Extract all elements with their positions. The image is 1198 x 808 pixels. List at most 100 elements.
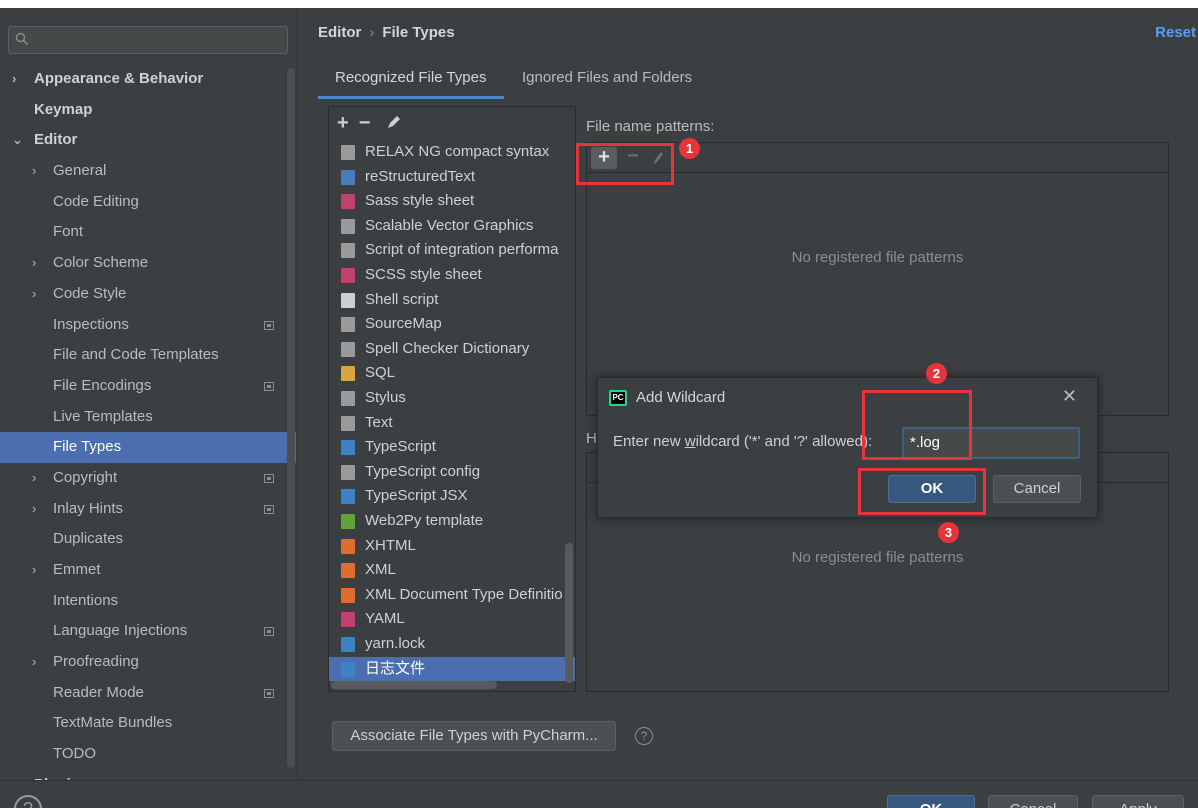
patterns-toolbar: + − xyxy=(587,143,1168,173)
chevron-right-icon[interactable]: › xyxy=(32,279,36,309)
sidebar-item[interactable]: Keymap xyxy=(0,95,296,126)
file-type-item[interactable]: SQL xyxy=(329,361,575,386)
sidebar-item[interactable]: Live Templates xyxy=(0,402,296,433)
sidebar-item[interactable]: Reader Mode xyxy=(0,678,296,709)
file-type-item[interactable]: Shell script xyxy=(329,288,575,313)
file-type-item[interactable]: Script of integration performa xyxy=(329,238,575,263)
file-type-icon xyxy=(341,194,355,210)
apply-button[interactable]: Apply xyxy=(1092,795,1184,808)
sidebar-item[interactable]: TODO xyxy=(0,739,296,770)
sidebar-item-label: General xyxy=(53,162,107,180)
sidebar-item[interactable]: Font xyxy=(0,217,296,248)
file-type-icon xyxy=(341,440,355,456)
file-type-item[interactable]: Spell Checker Dictionary xyxy=(329,337,575,362)
settings-search-input[interactable] xyxy=(8,26,288,54)
chevron-right-icon[interactable]: › xyxy=(32,647,36,677)
sidebar-item-label: Language Injections xyxy=(53,622,188,640)
chevron-right-icon[interactable]: › xyxy=(12,64,16,94)
sidebar-item[interactable]: › Inlay Hints xyxy=(0,494,296,525)
add-file-type-button[interactable]: + xyxy=(337,112,349,134)
wildcard-prompt: Enter new wildcard ('*' and '?' allowed)… xyxy=(613,433,872,450)
file-type-item[interactable]: Web2Py template xyxy=(329,509,575,534)
file-type-item[interactable]: XML Document Type Definitio xyxy=(329,583,575,608)
edit-file-type-icon[interactable] xyxy=(386,114,402,130)
sidebar-item-label: Duplicates xyxy=(53,530,124,548)
help-icon[interactable]: ? xyxy=(635,727,653,745)
associate-file-types-button[interactable]: Associate File Types with PyCharm... xyxy=(332,721,616,751)
sidebar-item[interactable]: Code Editing xyxy=(0,187,296,218)
tab-ignored-files-and-folders[interactable]: Ignored Files and Folders xyxy=(522,69,692,86)
sidebar-item[interactable]: File Encodings xyxy=(0,371,296,402)
tab-recognized-file-types[interactable]: Recognized File Types xyxy=(335,69,486,86)
sidebar-item[interactable]: TextMate Bundles xyxy=(0,708,296,739)
sidebar-item[interactable]: File and Code Templates xyxy=(0,340,296,371)
file-type-item[interactable]: Sass style sheet xyxy=(329,189,575,214)
sidebar-item-label: Inspections xyxy=(53,315,129,333)
sidebar-item[interactable]: Intentions xyxy=(0,586,296,617)
help-button[interactable]: ? xyxy=(14,795,42,808)
file-type-item[interactable]: XHTML xyxy=(329,534,575,559)
close-icon[interactable]: ✕ xyxy=(1062,386,1077,407)
file-type-item[interactable]: 日志文件 xyxy=(329,656,575,682)
annotation-marker-2: 2 xyxy=(926,363,947,384)
file-type-label: Scalable Vector Graphics xyxy=(365,216,534,234)
file-type-item[interactable]: XML xyxy=(329,558,575,583)
chevron-right-icon[interactable]: › xyxy=(32,156,36,186)
file-types-horizontal-scrollbar[interactable] xyxy=(331,681,497,689)
chevron-right-icon[interactable]: › xyxy=(32,555,36,585)
sidebar-item[interactable]: › General xyxy=(0,156,296,187)
settings-tree: › Appearance & Behavior Keymap ⌄ Editor › Gene… xyxy=(0,64,296,780)
sidebar-item-label: Proofreading xyxy=(53,653,139,671)
sidebar-item-label: File Encodings xyxy=(53,376,152,394)
chevron-right-icon[interactable]: › xyxy=(32,248,36,278)
sidebar-item-label: Intentions xyxy=(53,591,119,609)
sidebar-item[interactable]: › Copyright xyxy=(0,463,296,494)
reset-link[interactable]: Reset xyxy=(1155,24,1196,41)
ok-button[interactable]: OK xyxy=(887,795,975,808)
file-type-item[interactable]: Scalable Vector Graphics xyxy=(329,214,575,239)
sidebar-item[interactable]: Duplicates xyxy=(0,524,296,555)
file-type-item[interactable]: SourceMap xyxy=(329,312,575,337)
file-type-item[interactable]: RELAX NG compact syntax xyxy=(329,140,575,165)
sidebar-item[interactable]: Plugins xyxy=(0,770,296,780)
sidebar-item[interactable]: File Types xyxy=(0,432,296,463)
file-type-item[interactable]: Stylus xyxy=(329,386,575,411)
file-types-vertical-scrollbar[interactable] xyxy=(565,543,573,683)
file-type-item[interactable]: Text xyxy=(329,411,575,436)
sidebar-item[interactable]: › Code Style xyxy=(0,279,296,310)
sidebar-item[interactable]: Language Injections xyxy=(0,616,296,647)
file-type-icon xyxy=(341,341,355,357)
sidebar-item-label: Keymap xyxy=(34,100,93,118)
file-type-icon xyxy=(341,292,355,308)
dialog-cancel-button[interactable]: Cancel xyxy=(993,475,1081,503)
sidebar-item[interactable]: ⌄ Editor xyxy=(0,125,296,156)
settings-sidebar: › Appearance & Behavior Keymap ⌄ Editor › Gene… xyxy=(0,8,298,780)
file-type-item[interactable]: SCSS style sheet xyxy=(329,263,575,288)
file-type-item[interactable]: YAML xyxy=(329,607,575,632)
sidebar-item-label: Color Scheme xyxy=(53,254,149,272)
sidebar-item[interactable]: › Appearance & Behavior xyxy=(0,64,296,95)
file-type-label: Stylus xyxy=(365,389,406,406)
file-type-label: Spell Checker Dictionary xyxy=(365,339,530,357)
sidebar-item-label: Appearance & Behavior xyxy=(34,70,204,87)
file-type-label: XML xyxy=(365,561,396,579)
chevron-down-icon[interactable]: ⌄ xyxy=(12,125,23,155)
sidebar-item[interactable]: Inspections xyxy=(0,310,296,341)
file-type-label: Web2Py template xyxy=(365,512,484,529)
sidebar-item[interactable]: › Proofreading xyxy=(0,647,296,678)
file-type-item[interactable]: TypeScript JSX xyxy=(329,484,575,509)
file-type-item[interactable]: reStructuredText xyxy=(329,165,575,190)
chevron-right-icon[interactable]: › xyxy=(32,494,36,524)
cancel-button[interactable]: Cancel xyxy=(988,795,1078,808)
file-type-item[interactable]: TypeScript config xyxy=(329,460,575,485)
sidebar-item[interactable]: › Color Scheme xyxy=(0,248,296,279)
file-types-list: + − RELAX NG compact syntax reStructuredTe… xyxy=(328,106,576,692)
file-type-item[interactable]: yarn.lock xyxy=(329,632,575,657)
chevron-right-icon[interactable]: › xyxy=(32,463,36,493)
file-type-item[interactable]: TypeScript xyxy=(329,435,575,460)
breadcrumb: Editor › File Types xyxy=(318,24,455,41)
sidebar-item-label: Emmet xyxy=(53,561,101,578)
remove-file-type-button[interactable]: − xyxy=(359,112,371,134)
sidebar-scrollbar[interactable] xyxy=(287,68,295,768)
sidebar-item[interactable]: › Emmet xyxy=(0,555,296,586)
